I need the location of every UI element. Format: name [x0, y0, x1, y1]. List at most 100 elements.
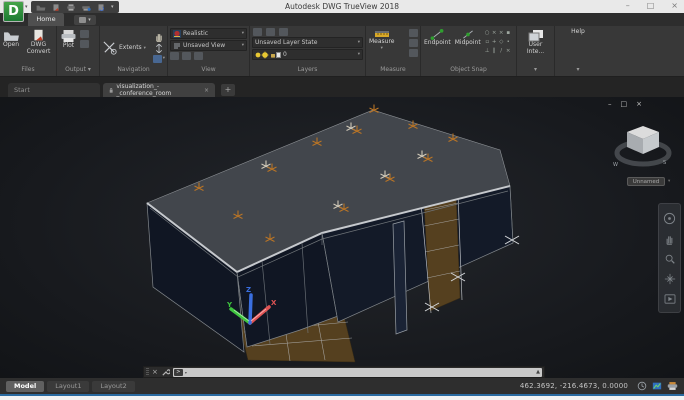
viewport-restore-icon[interactable]: □ — [621, 100, 628, 108]
center-snap-icon[interactable]: ○ — [484, 29, 491, 38]
file-tab-active-document[interactable]: visualization_-_conference_room × — [103, 83, 215, 97]
window-zoom-icon[interactable] — [153, 55, 162, 63]
layout2-tab[interactable]: Layout2 — [92, 381, 134, 392]
close-button[interactable]: × — [671, 1, 678, 11]
viewcube-west-label: W — [613, 162, 618, 168]
new-view-button[interactable] — [194, 52, 203, 60]
model-tab[interactable]: Model — [6, 381, 44, 392]
locate-point-button[interactable] — [409, 49, 418, 57]
command-line-close-icon[interactable]: × — [152, 368, 158, 376]
layer-dropdown[interactable]: 0 ▾ — [252, 49, 363, 60]
open-button[interactable]: Open — [2, 28, 21, 66]
viewcube-south-label: S — [663, 160, 666, 166]
pan-hand-icon[interactable] — [154, 32, 164, 42]
viewport-close-icon[interactable]: × — [636, 100, 642, 108]
command-history-icon[interactable]: ▲ — [536, 369, 540, 375]
window-zoom-caret-icon[interactable]: ▾ — [163, 56, 165, 61]
qat-overflow-icon[interactable]: ▾ — [111, 4, 114, 10]
plot-icon[interactable] — [66, 3, 76, 12]
layers-panel-label: Layers — [250, 66, 365, 76]
plot-button[interactable]: Plot — [59, 28, 78, 66]
help-overflow-icon[interactable]: ▾ — [555, 66, 601, 76]
desktop-edge — [0, 396, 684, 400]
viewcube-view-name-caret-icon[interactable]: ▾ — [668, 179, 670, 184]
layer-status-icons — [255, 51, 281, 59]
preview-button[interactable] — [80, 40, 89, 48]
application-menu-caret-icon[interactable]: ▾ — [25, 4, 28, 10]
status-bar-icons — [637, 381, 678, 391]
parallel-snap-icon[interactable]: ∥ — [491, 47, 498, 56]
user-interface-button[interactable]: User Inte... — [519, 28, 552, 66]
ribbon-panel-view: Realistic ▾ Unsaved View ▾ View — [168, 26, 250, 76]
nearest-snap-icon[interactable]: ◇ — [498, 38, 505, 47]
tab-home[interactable]: Home — [28, 13, 64, 26]
drawing-viewport[interactable]: Y Z X W S – □ × Unnamed ▾ — [0, 97, 684, 378]
layout1-tab[interactable]: Layout1 — [47, 381, 89, 392]
geometric-center-snap-icon[interactable]: + — [491, 38, 498, 47]
close-tab-icon[interactable]: × — [204, 87, 209, 94]
help-button[interactable]: Help — [570, 28, 586, 66]
insertion-snap-icon[interactable]: ▪ — [505, 29, 512, 38]
list-button[interactable] — [409, 39, 418, 47]
midpoint-snap-button[interactable]: Midpoint — [454, 28, 482, 66]
maximize-button[interactable]: □ — [647, 1, 655, 11]
layer-isolate-button[interactable] — [266, 28, 275, 36]
measure-button[interactable]: Measure ▾ — [368, 28, 396, 66]
batch-plot-button[interactable] — [80, 30, 89, 38]
command-line-bar[interactable]: × > ▾ ▲ — [143, 366, 545, 378]
viewcube-view-name-badge[interactable]: Unnamed — [627, 177, 665, 186]
viewport-minimize-icon[interactable]: – — [608, 100, 612, 108]
apparent-intersection-snap-icon[interactable]: • — [505, 38, 512, 47]
minimize-button[interactable]: – — [626, 1, 630, 11]
viewport-config-button[interactable] — [170, 52, 179, 60]
workspace-switcher-button[interactable]: ▾ — [74, 15, 96, 25]
page-setup-icon[interactable] — [96, 3, 106, 12]
view-manager-button[interactable] — [182, 52, 191, 60]
named-view-dropdown[interactable]: Unsaved View ▾ — [170, 40, 247, 51]
layer-unlock-icon — [271, 54, 275, 58]
dwg-convert-icon[interactable] — [51, 3, 61, 12]
orbit-tool-icon[interactable] — [664, 273, 676, 285]
layer-properties-button[interactable] — [253, 28, 262, 36]
command-line-grip[interactable] — [146, 368, 149, 376]
zoom-extents-button[interactable]: Extents ▾ — [119, 44, 146, 51]
batch-plot-icon[interactable] — [81, 3, 91, 12]
isolate-objects-icon[interactable] — [637, 381, 647, 391]
plot-status-icon[interactable] — [667, 381, 678, 391]
file-tab-start[interactable]: Start — [8, 83, 100, 97]
command-line-customize-wrench-icon[interactable] — [161, 368, 170, 377]
new-tab-button[interactable]: + — [221, 84, 235, 96]
midpoint-label: Midpoint — [455, 40, 481, 47]
perpendicular-snap-icon[interactable]: ⊥ — [484, 47, 491, 56]
full-navigation-wheel-icon[interactable] — [663, 212, 676, 225]
graphics-performance-icon[interactable] — [652, 381, 662, 391]
output-overflow-icon: ▾ — [88, 66, 91, 73]
orbit-icon[interactable] — [102, 40, 117, 55]
viewcube[interactable]: W S — [613, 126, 669, 168]
layer-on-bulb-icon — [256, 52, 261, 57]
layer-unisolate-button[interactable] — [279, 28, 288, 36]
open-file-icon[interactable] — [36, 3, 46, 12]
zoom-vertical-icon[interactable] — [155, 44, 163, 53]
files-panel-label: Files — [0, 66, 56, 76]
node-snap-icon[interactable]: × — [491, 29, 498, 38]
named-view-caret-icon: ▾ — [242, 43, 244, 48]
quadrant-snap-icon[interactable]: ▫ — [484, 38, 491, 47]
pan-tool-icon[interactable] — [664, 234, 675, 245]
snap-off-icon[interactable]: × — [505, 47, 512, 56]
quick-measure-button[interactable] — [409, 29, 418, 37]
command-input-field[interactable]: > ▾ ▲ — [173, 368, 542, 377]
visual-style-dropdown[interactable]: Realistic ▾ — [170, 28, 247, 39]
user-interface-overflow-icon[interactable]: ▾ — [517, 66, 554, 76]
layer-state-dropdown[interactable]: Unsaved Layer State ▾ — [252, 37, 363, 48]
command-prompt-caret-icon[interactable]: ▾ — [185, 370, 187, 375]
show-motion-icon[interactable] — [664, 294, 676, 304]
endpoint-snap-button[interactable]: Endpoint — [423, 28, 452, 66]
intersection-snap-icon[interactable]: × — [498, 29, 505, 38]
command-input[interactable] — [189, 368, 534, 376]
application-menu-button[interactable]: D — [3, 1, 24, 22]
extension-snap-icon[interactable]: ∕ — [498, 47, 505, 56]
zoom-tool-icon[interactable] — [664, 253, 676, 265]
dwg-convert-button[interactable]: DWG Convert — [23, 28, 55, 66]
command-prompt-icon[interactable]: > — [174, 369, 183, 376]
